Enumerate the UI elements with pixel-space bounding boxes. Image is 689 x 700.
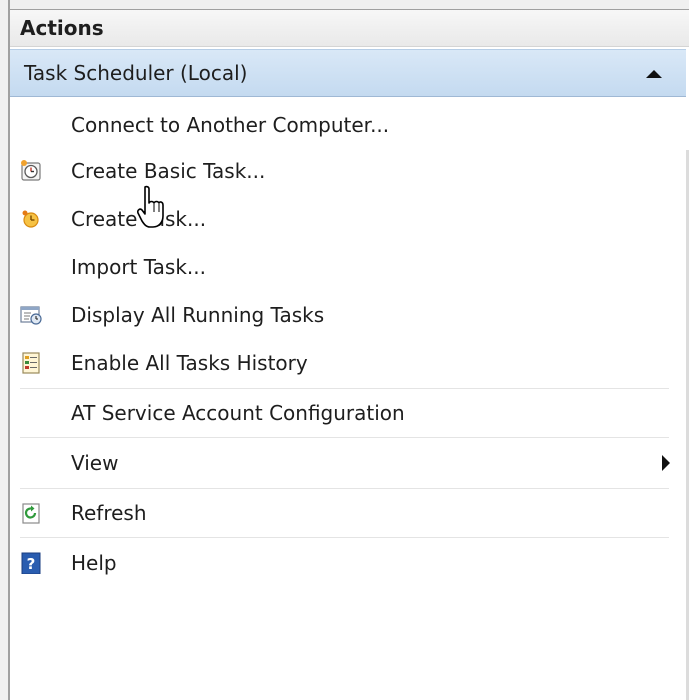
action-create-basic-task[interactable]: Create Basic Task... (10, 148, 670, 194)
actions-title: Actions (20, 16, 104, 40)
actions-pane: Actions Task Scheduler (Local) Connect t… (0, 0, 689, 700)
action-at-service-account-configuration[interactable]: AT Service Account Configuration (10, 390, 670, 436)
group-header-task-scheduler[interactable]: Task Scheduler (Local) (10, 49, 686, 97)
action-connect-to-another-computer[interactable]: Connect to Another Computer... (10, 102, 670, 148)
action-refresh[interactable]: Refresh (10, 490, 670, 536)
group-header-label: Task Scheduler (Local) (24, 61, 248, 85)
action-label: Import Task... (71, 255, 206, 279)
submenu-arrow-icon (662, 455, 670, 471)
action-label: Refresh (71, 501, 147, 525)
action-label: AT Service Account Configuration (71, 401, 405, 425)
pane-top-border (0, 0, 689, 10)
separator (20, 537, 669, 538)
tasks-history-icon (20, 352, 42, 374)
separator (20, 437, 669, 438)
task-clock-icon (20, 208, 42, 230)
action-label: View (71, 451, 119, 475)
action-label: Connect to Another Computer... (71, 113, 390, 137)
basic-task-clock-icon (20, 160, 42, 182)
separator (20, 488, 669, 489)
separator (20, 388, 669, 389)
pane-left-border (0, 0, 10, 700)
actions-title-bar: Actions (10, 10, 689, 47)
collapse-arrow-icon[interactable] (646, 70, 662, 78)
action-display-all-running-tasks[interactable]: Display All Running Tasks (10, 292, 670, 338)
help-icon: ? (20, 552, 42, 575)
action-label: Enable All Tasks History (71, 351, 308, 375)
action-label: Help (71, 551, 117, 575)
hand-cursor-icon (136, 185, 170, 231)
action-label: Create Basic Task... (71, 159, 266, 183)
action-import-task[interactable]: Import Task... (10, 244, 670, 290)
action-label: Display All Running Tasks (71, 303, 325, 327)
action-enable-all-tasks-history[interactable]: Enable All Tasks History (10, 340, 670, 386)
svg-text:?: ? (27, 555, 36, 573)
action-help[interactable]: ? Help (10, 540, 670, 586)
action-create-task[interactable]: Create Task... (10, 196, 670, 242)
refresh-icon (20, 502, 42, 524)
running-tasks-icon (20, 304, 42, 326)
action-view[interactable]: View (10, 440, 670, 486)
